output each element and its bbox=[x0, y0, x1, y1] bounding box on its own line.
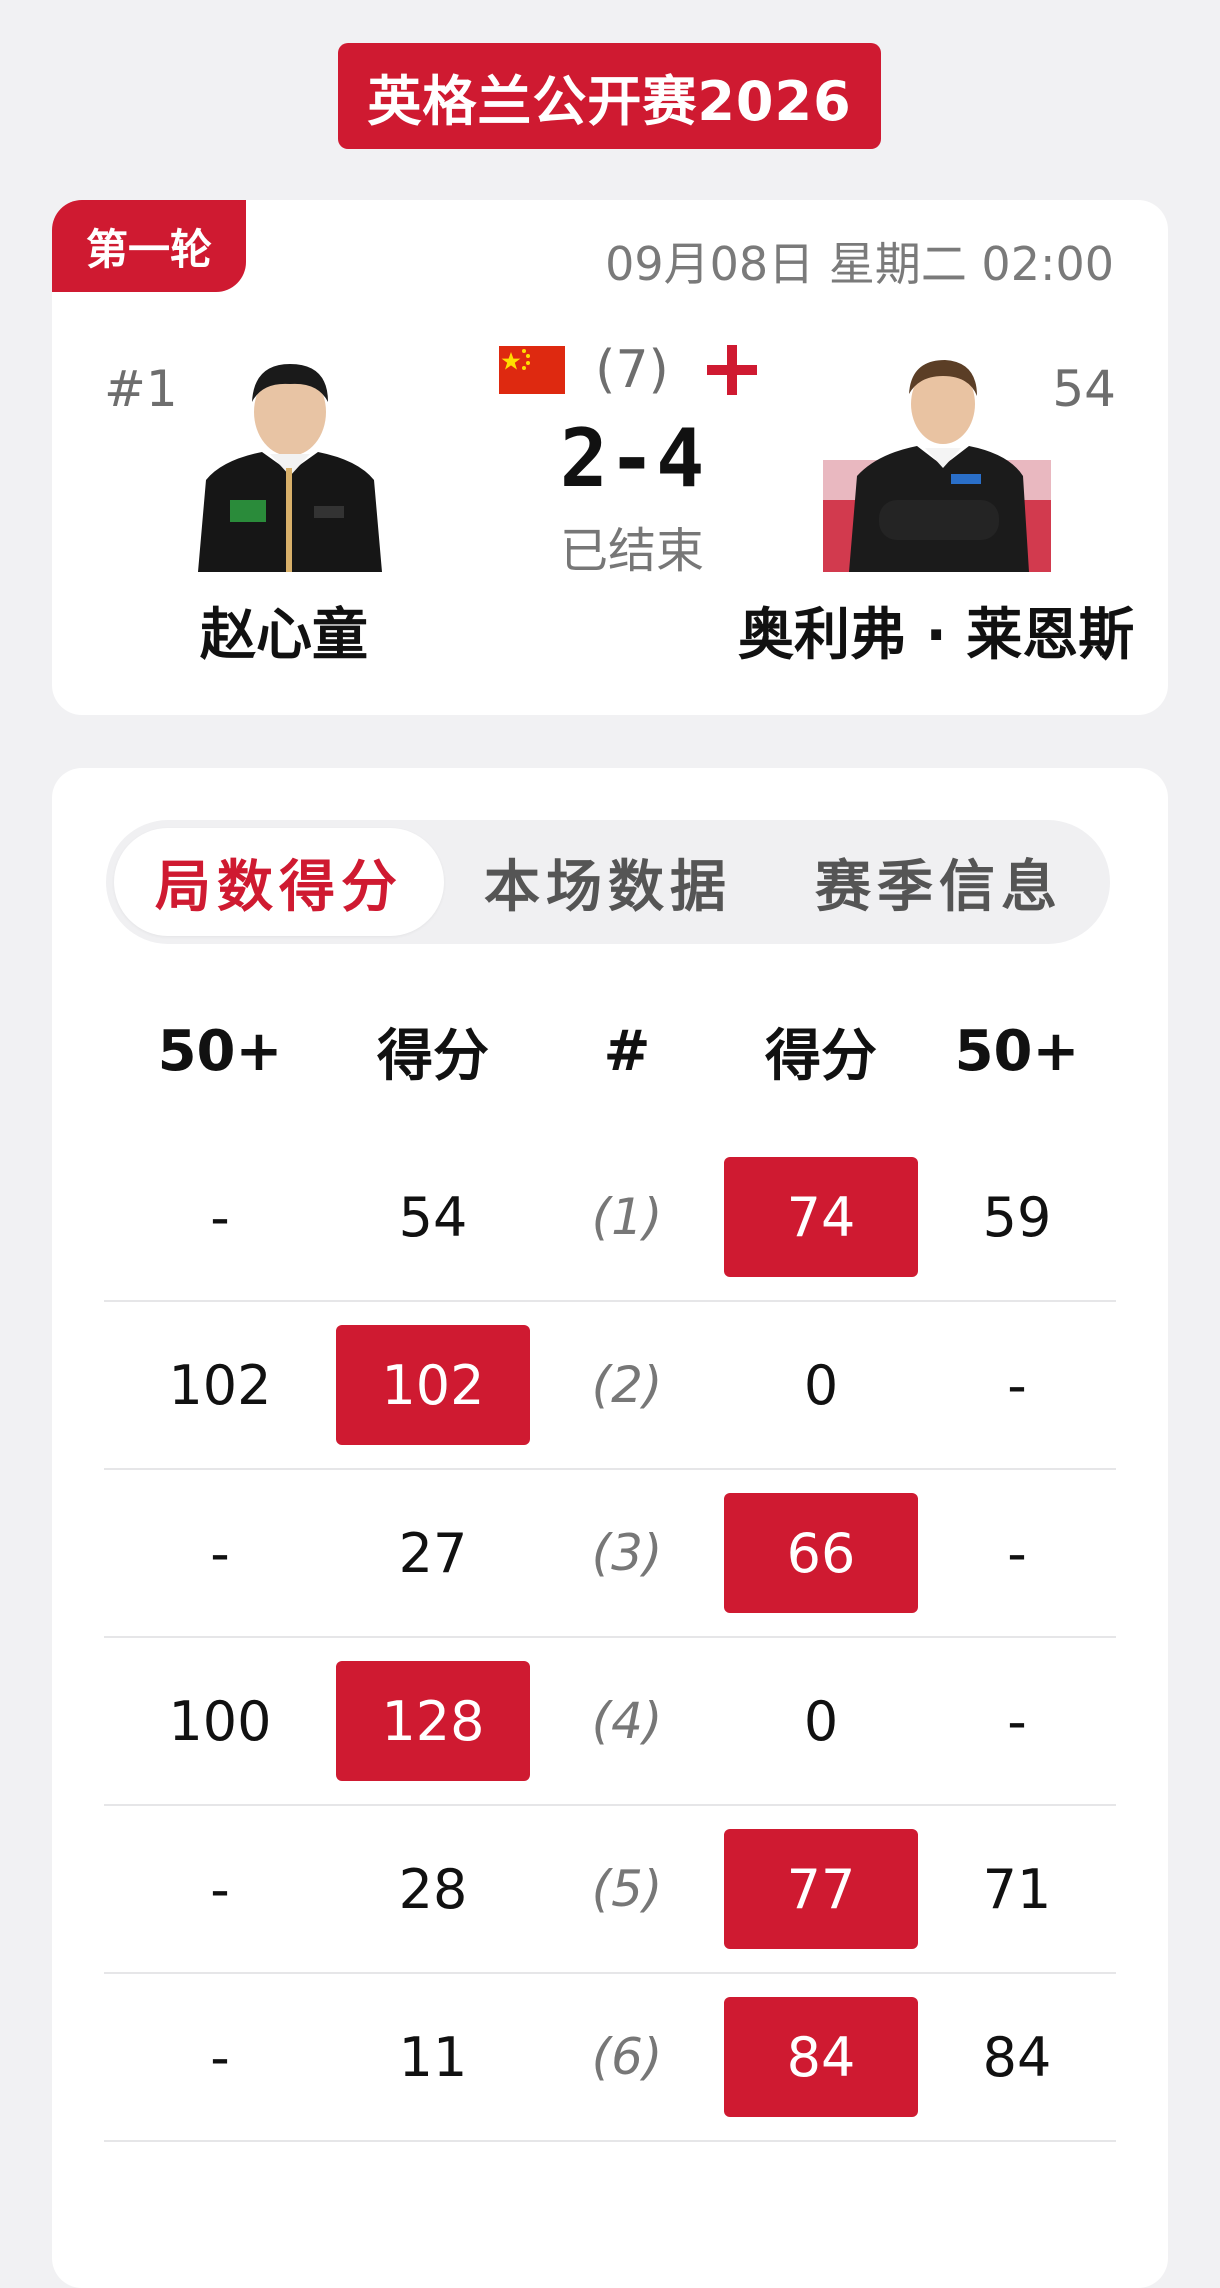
right-score-cell: 66 bbox=[724, 1493, 918, 1613]
stats-card: 局数得分 本场数据 赛季信息 50+ 得分 # 得分 50+ - 54 (1) 74 5… bbox=[52, 768, 1168, 2288]
match-card[interactable]: 第一轮 09月08日 星期二 02:00 #1 #54 赵心童 奥利弗 · 莱恩… bbox=[52, 200, 1168, 715]
left-score-cell: 128 bbox=[336, 1661, 530, 1781]
tab-frame-scores[interactable]: 局数得分 bbox=[114, 828, 444, 936]
left-score-cell: 28 bbox=[336, 1858, 530, 1921]
right-break-cell: - bbox=[918, 1522, 1116, 1585]
right-score-cell: 0 bbox=[724, 1354, 918, 1417]
left-score: 102 bbox=[336, 1325, 530, 1445]
right-break: 84 bbox=[982, 2025, 1052, 2089]
tab-season-info[interactable]: 赛季信息 bbox=[774, 828, 1104, 936]
right-score-cell: 77 bbox=[724, 1829, 918, 1949]
left-break: - bbox=[210, 1857, 230, 1921]
left-break-cell: 102 bbox=[104, 1354, 336, 1417]
table-row: 102 102 (2) 0 - bbox=[104, 1302, 1116, 1470]
frame-number: (4) bbox=[591, 1692, 663, 1750]
table-row: - 27 (3) 66 - bbox=[104, 1470, 1116, 1638]
right-break-cell: - bbox=[918, 1690, 1116, 1753]
frame-number-cell: (1) bbox=[530, 1188, 724, 1246]
match-center: (7) 2-4 已结束 bbox=[462, 330, 802, 581]
right-break: - bbox=[1007, 1353, 1027, 1417]
right-score: 84 bbox=[724, 1997, 918, 2117]
tab-bar: 局数得分 本场数据 赛季信息 bbox=[106, 820, 1110, 944]
left-score: 128 bbox=[336, 1661, 530, 1781]
event-title: 英格兰公开赛2026 bbox=[338, 43, 881, 149]
frame-number: (6) bbox=[591, 2028, 663, 2086]
frame-number-cell: (4) bbox=[530, 1692, 724, 1750]
right-score: 66 bbox=[724, 1493, 918, 1613]
right-player-name[interactable]: 奥利弗 · 莱恩斯 bbox=[738, 590, 1134, 671]
frame-number-cell: (6) bbox=[530, 2028, 724, 2086]
tab-match-stats[interactable]: 本场数据 bbox=[443, 828, 773, 936]
left-score: 11 bbox=[398, 2025, 468, 2089]
header-right-score: 得分 bbox=[765, 1023, 877, 1089]
right-player-photo[interactable] bbox=[823, 350, 1051, 572]
flags-row: (7) bbox=[462, 330, 802, 410]
table-row: - 54 (1) 74 59 bbox=[104, 1134, 1116, 1302]
frame-number: (2) bbox=[591, 1356, 663, 1414]
left-break-cell: - bbox=[104, 1522, 336, 1585]
left-player-name[interactable]: 赵心童 bbox=[200, 590, 368, 671]
left-score-cell: 54 bbox=[336, 1186, 530, 1249]
right-score-cell: 74 bbox=[724, 1157, 918, 1277]
match-datetime: 09月08日 星期二 02:00 bbox=[605, 237, 1114, 291]
left-break: - bbox=[210, 1185, 230, 1249]
left-score: 27 bbox=[398, 1521, 468, 1585]
round-tag: 第一轮 bbox=[52, 200, 246, 292]
frame-number-cell: (2) bbox=[530, 1356, 724, 1414]
left-score-cell: 11 bbox=[336, 2026, 530, 2089]
match-status: 已结束 bbox=[559, 523, 704, 579]
right-break-cell: 59 bbox=[918, 1186, 1116, 1249]
left-break: 102 bbox=[168, 1353, 272, 1417]
left-break-cell: - bbox=[104, 2026, 336, 2089]
left-score-cell: 102 bbox=[336, 1325, 530, 1445]
frame-number: (1) bbox=[591, 1188, 663, 1246]
left-player-rank: #1 bbox=[104, 360, 178, 418]
frame-number-cell: (3) bbox=[530, 1524, 724, 1582]
right-break: 71 bbox=[982, 1857, 1052, 1921]
frame-number-cell: (5) bbox=[530, 1860, 724, 1918]
right-break-cell: 71 bbox=[918, 1858, 1116, 1921]
left-score: 54 bbox=[398, 1185, 468, 1249]
match-score: 2-4 bbox=[559, 412, 705, 505]
right-break: - bbox=[1007, 1689, 1027, 1753]
best-of-frames: (7) bbox=[595, 340, 669, 400]
header-right-break: 50+ bbox=[954, 1018, 1080, 1084]
left-break: - bbox=[210, 1521, 230, 1585]
right-score: 77 bbox=[724, 1829, 918, 1949]
table-header: 50+ 得分 # 得分 50+ bbox=[104, 968, 1116, 1134]
left-break-cell: - bbox=[104, 1186, 336, 1249]
right-score: 0 bbox=[803, 1689, 839, 1753]
right-break-cell: 84 bbox=[918, 2026, 1116, 2089]
left-break-cell: 100 bbox=[104, 1690, 336, 1753]
table-body: - 54 (1) 74 59 102 102 (2) 0 - - 27 (3) 66 - 100 128 (4) 0… bbox=[104, 1134, 1116, 2142]
left-break: - bbox=[210, 2025, 230, 2089]
frame-score-table: 50+ 得分 # 得分 50+ - 54 (1) 74 59 102 102 (2) 0 - - 27… bbox=[104, 968, 1116, 2142]
frame-number: (3) bbox=[591, 1524, 663, 1582]
cn-flag-icon bbox=[499, 346, 566, 394]
header-left-break: 50+ bbox=[157, 1018, 283, 1084]
right-score-cell: 84 bbox=[724, 1997, 918, 2117]
left-score: 28 bbox=[398, 1857, 468, 1921]
header-left-score: 得分 bbox=[377, 1023, 489, 1089]
right-break-cell: - bbox=[918, 1354, 1116, 1417]
left-break: 100 bbox=[168, 1689, 272, 1753]
header-frame: # bbox=[603, 1018, 651, 1084]
table-row: - 28 (5) 77 71 bbox=[104, 1806, 1116, 1974]
frame-number: (5) bbox=[591, 1860, 663, 1918]
left-break-cell: - bbox=[104, 1858, 336, 1921]
table-row: 100 128 (4) 0 - bbox=[104, 1638, 1116, 1806]
right-score: 74 bbox=[724, 1157, 918, 1277]
table-row: - 11 (6) 84 84 bbox=[104, 1974, 1116, 2142]
right-score-cell: 0 bbox=[724, 1690, 918, 1753]
right-break: - bbox=[1007, 1521, 1027, 1585]
england-flag-icon bbox=[699, 337, 765, 403]
left-score-cell: 27 bbox=[336, 1522, 530, 1585]
right-break: 59 bbox=[982, 1185, 1052, 1249]
left-player-photo[interactable] bbox=[192, 350, 387, 572]
right-score: 0 bbox=[803, 1353, 839, 1417]
